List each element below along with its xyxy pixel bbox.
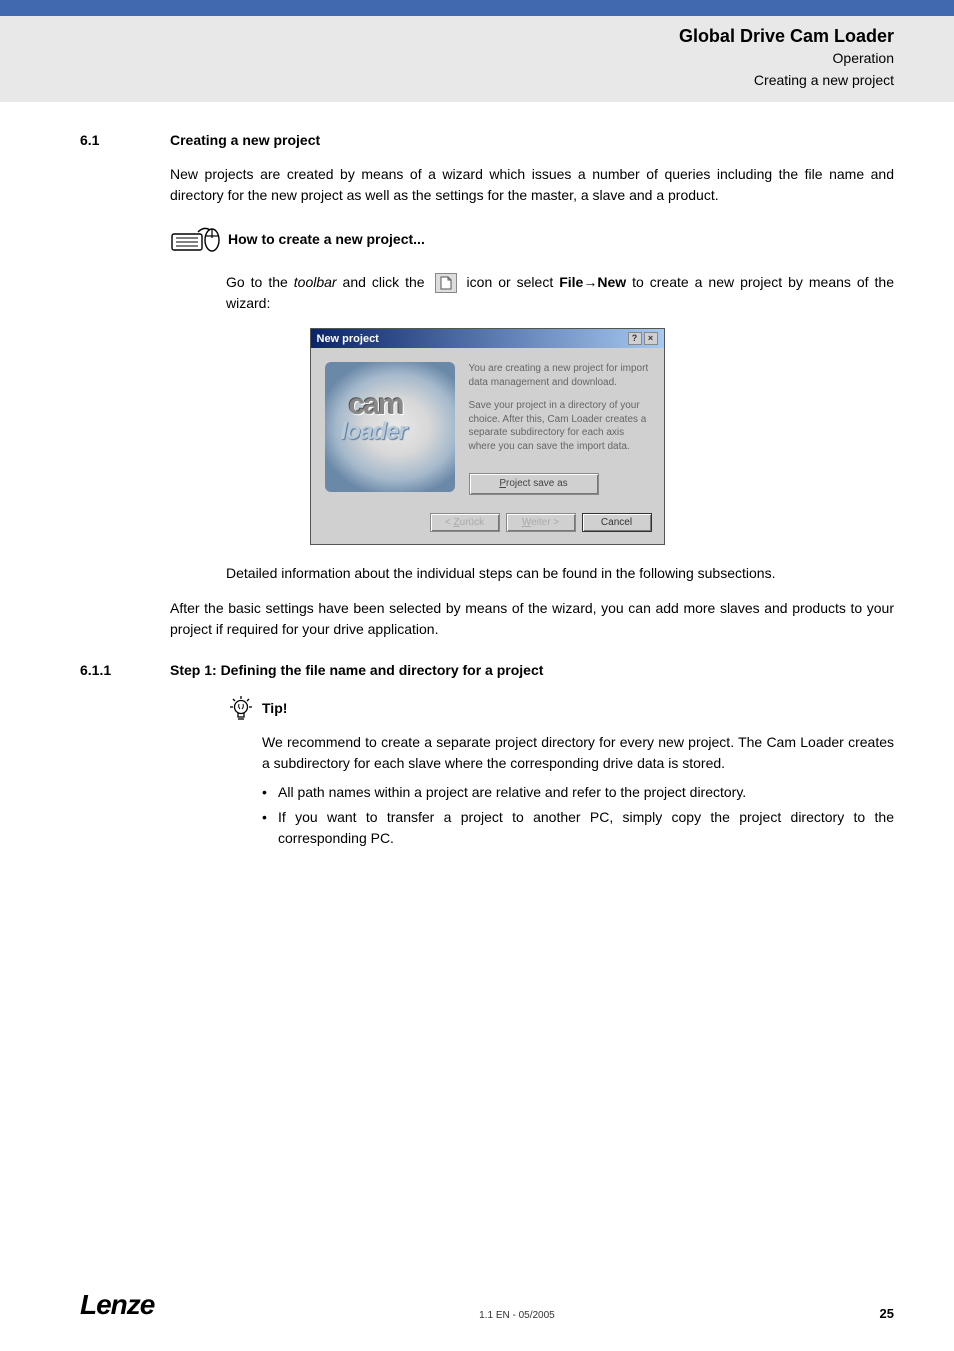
bullet-dot: • — [262, 782, 278, 803]
tip-heading: Tip! — [226, 694, 894, 722]
section-number: 6.1.1 — [80, 662, 170, 678]
page-footer: Lenze 1.1 EN - 05/2005 25 — [0, 1289, 954, 1321]
mouse-keyboard-icon — [170, 224, 222, 254]
wizard-footer: < Zurück Weiter > Cancel — [311, 503, 664, 544]
intro-paragraph: New projects are created by means of a w… — [170, 164, 894, 206]
logo-cam-text: cam — [349, 388, 403, 422]
tip-body-paragraph: We recommend to create a separate projec… — [262, 732, 894, 774]
header-subtitle-2: Creating a new project — [0, 71, 894, 91]
goto-toolbar-word: toolbar — [294, 274, 337, 290]
after-settings-paragraph: After the basic settings have been selec… — [170, 598, 894, 640]
detailed-info-paragraph: Detailed information about the individua… — [226, 563, 894, 584]
page-header: Global Drive Cam Loader Operation Creati… — [0, 16, 954, 102]
goto-new-word: New — [597, 274, 626, 290]
wizard-description: You are creating a new project for impor… — [455, 362, 650, 495]
wizard-text-1: You are creating a new project for impor… — [469, 362, 650, 389]
section-title: Step 1: Defining the file name and direc… — [170, 662, 543, 678]
lenze-logo: Lenze — [80, 1289, 154, 1321]
wizard-logo-image: cam loader — [325, 362, 455, 492]
goto-arrow: → — [583, 274, 597, 290]
section-heading-6-1: 6.1 Creating a new project — [80, 132, 894, 148]
new-project-wizard-dialog: New project ? × cam loader You are creat… — [310, 328, 665, 545]
close-icon[interactable]: × — [644, 332, 658, 345]
bullet-2: • If you want to transfer a project to a… — [262, 807, 894, 849]
project-save-as-button[interactable]: Project save as — [469, 473, 599, 495]
bullet-dot: • — [262, 807, 278, 849]
help-icon[interactable]: ? — [628, 332, 642, 345]
save-mnemonic: P — [499, 478, 506, 489]
wizard-titlebar: New project ? × — [311, 329, 664, 348]
section-number: 6.1 — [80, 132, 170, 148]
new-file-icon — [435, 273, 457, 293]
goto-instruction: Go to the toolbar and click the icon or … — [226, 272, 894, 314]
howto-heading: How to create a new project... — [170, 224, 894, 254]
next-button[interactable]: Weiter > — [506, 513, 576, 532]
header-subtitle-1: Operation — [0, 49, 894, 69]
wizard-body: cam loader You are creating a new projec… — [311, 348, 664, 503]
tip-label: Tip! — [262, 700, 287, 716]
page-number: 25 — [880, 1306, 894, 1321]
wizard-title-text: New project — [317, 333, 379, 345]
footer-version: 1.1 EN - 05/2005 — [479, 1310, 555, 1321]
section-heading-6-1-1: 6.1.1 Step 1: Defining the file name and… — [80, 662, 894, 678]
logo-loader-text: loader — [341, 418, 407, 446]
section-title: Creating a new project — [170, 132, 320, 148]
goto-pre: Go to the — [226, 274, 294, 290]
cancel-button[interactable]: Cancel — [582, 513, 652, 532]
goto-mid: and click the — [337, 274, 431, 290]
save-label-rest: roject save as — [506, 478, 568, 489]
wizard-text-2: Save your project in a directory of your… — [469, 399, 650, 453]
top-accent-bar — [0, 0, 954, 16]
goto-post1: icon or select — [461, 274, 560, 290]
howto-label: How to create a new project... — [228, 231, 425, 247]
back-button[interactable]: < Zurück — [430, 513, 500, 532]
lightbulb-icon — [226, 694, 256, 722]
bullet-1: • All path names within a project are re… — [262, 782, 894, 803]
goto-file-word: File — [559, 274, 583, 290]
bullet-2-text: If you want to transfer a project to ano… — [278, 807, 894, 849]
header-title: Global Drive Cam Loader — [0, 26, 894, 47]
bullet-1-text: All path names within a project are rela… — [278, 782, 746, 803]
